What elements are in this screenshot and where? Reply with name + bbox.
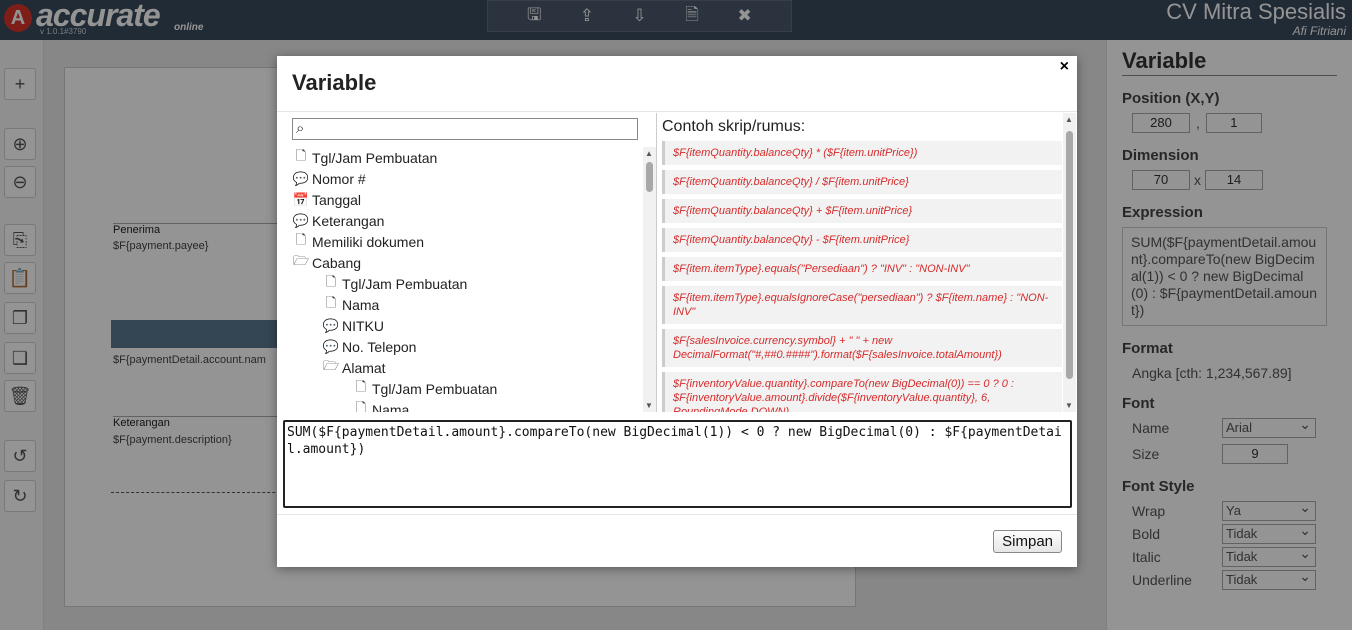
tree-item-label: Keterangan <box>312 212 385 229</box>
examples-list: $F{itemQuantity.balanceQty} * ($F{item.u… <box>662 141 1062 412</box>
tree-item[interactable]: 🗋 Nama <box>352 399 410 413</box>
folder-open-icon: 🗁 <box>292 252 310 268</box>
dialog-title: Variable <box>292 70 377 95</box>
scroll-down-icon[interactable]: ▼ <box>645 401 653 410</box>
field-tree: 🗋 Tgl/Jam Pembuatan 💬 Nomor # 📅 Tanggal 💬 Keter… <box>277 147 643 413</box>
scroll-up-icon[interactable]: ▲ <box>1065 115 1073 124</box>
tree-item-label: Alamat <box>342 359 386 376</box>
example-item[interactable]: $F{salesInvoice.currency.symbol} + " " +… <box>662 329 1062 367</box>
tree-item[interactable]: 🗁 Cabang <box>292 252 361 273</box>
folder-open-icon: 🗁 <box>322 357 340 373</box>
file-icon: 🗋 <box>355 378 367 394</box>
tree-item-label: Memiliki dokumen <box>312 233 425 250</box>
file-icon: 🗋 <box>355 399 367 413</box>
tree-item-label: NITKU <box>342 317 384 334</box>
tree-item[interactable]: 🗋 Tgl/Jam Pembuatan <box>292 147 438 168</box>
save-button[interactable]: Simpan <box>993 530 1062 553</box>
tree-item-label: No. Telepon <box>342 338 417 355</box>
file-icon: 🗋 <box>295 231 307 247</box>
examples-scroll-thumb[interactable] <box>1066 131 1073 379</box>
file-icon: 🗋 <box>295 147 307 163</box>
tree-item[interactable]: 🗋 Memiliki dokumen <box>292 231 424 252</box>
tree-item-label: Tgl/Jam Pembuatan <box>372 380 498 397</box>
example-item[interactable]: $F{itemQuantity.balanceQty} / $F{item.un… <box>662 170 1062 194</box>
tree-scrollbar[interactable]: ▲ ▼ <box>643 147 656 412</box>
calendar-icon: 📅 <box>292 191 310 207</box>
comment-icon: 💬 <box>322 338 340 354</box>
expression-editor[interactable]: SUM($F{paymentDetail.amount}.compareTo(n… <box>283 420 1072 508</box>
tree-item[interactable]: 🗋 Tgl/Jam Pembuatan <box>352 378 498 399</box>
tree-item-label: Nomor # <box>312 170 366 187</box>
comment-icon: 💬 <box>322 317 340 333</box>
search-icon: ⌕ <box>296 120 305 137</box>
tree-item[interactable]: 💬 Keterangan <box>292 210 385 231</box>
tree-item-label: Tgl/Jam Pembuatan <box>312 149 438 166</box>
tree-item-label: Tanggal <box>312 191 362 208</box>
tree-item-label: Nama <box>372 401 410 413</box>
file-icon: 🗋 <box>325 273 337 289</box>
examples-pane: Contoh skrip/rumus: $F{itemQuantity.bala… <box>658 113 1077 412</box>
variable-dialog: Variable × ⌕ 🗋 Tgl/Jam Pembuatan 💬 Nomor # 📅… <box>277 56 1077 567</box>
tree-item[interactable]: 🗋 Nama <box>322 294 380 315</box>
scroll-down-icon[interactable]: ▼ <box>1065 401 1073 410</box>
tree-item[interactable]: 📅 Tanggal <box>292 189 361 210</box>
dialog-header: Variable × <box>277 56 1077 112</box>
tree-item-label: Nama <box>342 296 380 313</box>
comment-icon: 💬 <box>292 212 310 228</box>
example-item[interactable]: $F{item.itemType}.equals("Persediaan") ?… <box>662 257 1062 281</box>
tree-item-label: Cabang <box>312 254 362 271</box>
example-item[interactable]: $F{inventoryValue.quantity}.compareTo(ne… <box>662 372 1062 412</box>
scroll-up-icon[interactable]: ▲ <box>645 149 653 158</box>
tree-item-label: Tgl/Jam Pembuatan <box>342 275 468 292</box>
tree-item[interactable]: 🗁 Alamat <box>322 357 386 378</box>
dialog-footer: Simpan <box>277 514 1077 567</box>
tree-item[interactable]: 💬 NITKU <box>322 315 384 336</box>
field-tree-pane: ⌕ 🗋 Tgl/Jam Pembuatan 💬 Nomor # 📅 Tanggal 💬 Ket… <box>277 113 657 412</box>
tree-item[interactable]: 🗋 Tgl/Jam Pembuatan <box>322 273 468 294</box>
tree-item[interactable]: 💬 Nomor # <box>292 168 366 189</box>
examples-scrollbar[interactable]: ▲ ▼ <box>1063 113 1076 412</box>
search-text[interactable] <box>313 120 633 138</box>
search-input[interactable]: ⌕ <box>292 118 638 140</box>
close-icon[interactable]: × <box>1060 58 1069 76</box>
example-item[interactable]: $F{item.itemType}.equalsIgnoreCase("pers… <box>662 286 1062 324</box>
example-item[interactable]: $F{itemQuantity.balanceQty} * ($F{item.u… <box>662 141 1062 165</box>
example-item[interactable]: $F{itemQuantity.balanceQty} + $F{item.un… <box>662 199 1062 223</box>
example-item[interactable]: $F{itemQuantity.balanceQty} - $F{item.un… <box>662 228 1062 252</box>
comment-icon: 💬 <box>292 170 310 186</box>
tree-scroll-thumb[interactable] <box>646 162 653 192</box>
file-icon: 🗋 <box>325 294 337 310</box>
tree-item[interactable]: 💬 No. Telepon <box>322 336 417 357</box>
examples-title: Contoh skrip/rumus: <box>662 118 806 135</box>
